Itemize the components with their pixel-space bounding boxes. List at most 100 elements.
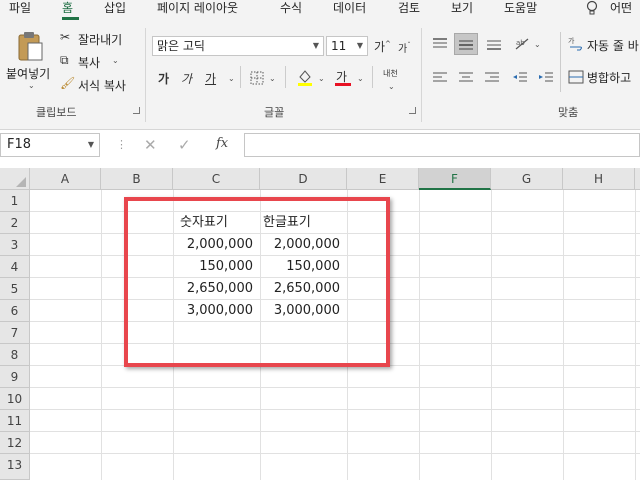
column-header-g[interactable]: G <box>491 168 563 190</box>
row-header-9[interactable]: 9 <box>0 366 30 388</box>
row-header-2[interactable]: 2 <box>0 212 30 234</box>
row-header-11[interactable]: 11 <box>0 410 30 432</box>
gridline <box>30 453 640 454</box>
cut-label: 잘라내기 <box>78 33 123 47</box>
row-header-5[interactable]: 5 <box>0 278 30 300</box>
paste-button[interactable]: 붙여넣기 ⌄ <box>6 26 56 90</box>
merge-center-button[interactable]: 병합하고 <box>568 68 640 86</box>
chevron-down-icon[interactable]: ⌄ <box>28 81 35 90</box>
gridline <box>30 409 640 410</box>
name-box[interactable]: F18 ▼ <box>0 133 100 157</box>
align-top-icon[interactable] <box>432 36 448 55</box>
font-size-dropdown[interactable]: 11 ▼ <box>326 36 368 56</box>
fill-color-icon[interactable] <box>297 68 313 90</box>
wrap-text-button[interactable]: 가 자동 줄 바 <box>568 36 640 54</box>
gridline <box>30 387 640 388</box>
wrap-text-icon: 가 <box>568 36 584 56</box>
tab-review[interactable]: 검토 <box>398 0 420 20</box>
copy-label: 복사 <box>78 56 101 70</box>
align-center-icon[interactable] <box>458 70 474 89</box>
borders-icon[interactable] <box>250 70 264 89</box>
cut-button[interactable]: ✂ 잘라내기 <box>60 30 140 48</box>
formula-bar: F18 ▼ ⋮ ✕ ✓ fx <box>0 130 640 160</box>
font-name-value: 맑은 고딕 <box>157 39 205 53</box>
group-divider <box>145 28 146 122</box>
merge-icon <box>568 69 584 88</box>
row-header-10[interactable]: 10 <box>0 388 30 410</box>
column-header-h[interactable]: H <box>563 168 635 190</box>
chevron-down-icon: ▼ <box>312 41 319 50</box>
font-size-value: 11 <box>331 39 347 53</box>
column-header-d[interactable]: D <box>260 168 347 190</box>
more-options-icon[interactable]: ⋮ <box>116 138 127 151</box>
tab-page-layout[interactable]: 페이지 레이아웃 <box>157 0 238 20</box>
chevron-down-icon[interactable]: ⌄ <box>388 82 395 91</box>
chevron-down-icon[interactable]: ⌄ <box>269 74 276 83</box>
bold-button[interactable]: 가 <box>158 70 169 87</box>
font-color-bar <box>335 83 351 86</box>
group-label-clipboard: 클립보드 <box>36 106 77 119</box>
divider <box>560 32 561 92</box>
enter-check-icon[interactable]: ✓ <box>178 136 191 154</box>
column-header-c[interactable]: C <box>173 168 260 190</box>
row-header-12[interactable]: 12 <box>0 432 30 454</box>
gridline <box>30 431 640 432</box>
row-header-8[interactable]: 8 <box>0 344 30 366</box>
chevron-down-icon[interactable]: ⌄ <box>228 74 235 83</box>
tell-me-search[interactable]: 어떤 <box>610 0 632 20</box>
column-header-e[interactable]: E <box>347 168 419 190</box>
active-tab-indicator <box>62 17 79 20</box>
italic-button[interactable]: 가 <box>181 70 192 87</box>
dialog-launcher-icon[interactable] <box>409 107 416 114</box>
chevron-down-icon[interactable]: ⌄ <box>357 74 364 83</box>
tab-data[interactable]: 데이터 <box>333 0 366 20</box>
align-right-icon[interactable] <box>484 70 500 89</box>
align-bottom-icon[interactable] <box>486 36 502 55</box>
increase-indent-icon[interactable] <box>538 70 554 89</box>
format-painter-button[interactable]: 🖌 서식 복사 <box>60 76 140 94</box>
tab-help[interactable]: 도움말 <box>504 0 537 20</box>
select-all-button[interactable] <box>0 168 30 190</box>
chevron-down-icon[interactable]: ⌄ <box>318 74 325 83</box>
tab-view[interactable]: 보기 <box>451 0 473 20</box>
decrease-indent-icon[interactable] <box>512 70 528 89</box>
row-header-13[interactable]: 13 <box>0 454 30 480</box>
name-box-value: F18 <box>7 137 32 152</box>
svg-text:가: 가 <box>568 36 575 45</box>
align-middle-button[interactable] <box>454 33 478 55</box>
copy-button[interactable]: ⧉ 복사 ⌄ <box>60 53 140 71</box>
row-header-6[interactable]: 6 <box>0 300 30 322</box>
chevron-down-icon[interactable]: ⌄ <box>112 56 119 65</box>
cancel-icon[interactable]: ✕ <box>144 136 157 154</box>
column-header-partial <box>635 168 640 190</box>
row-header-7[interactable]: 7 <box>0 322 30 344</box>
grow-font-button[interactable]: 가^ <box>374 38 391 55</box>
paste-label: 붙여넣기 <box>6 67 51 81</box>
row-header-4[interactable]: 4 <box>0 256 30 278</box>
phonetic-guide-button[interactable]: 내천 <box>383 70 398 78</box>
group-label-alignment: 맞춤 <box>558 106 579 119</box>
scissors-icon: ✂ <box>60 30 71 44</box>
row-header-3[interactable]: 3 <box>0 234 30 256</box>
chevron-down-icon: ▼ <box>356 41 363 50</box>
column-header-b[interactable]: B <box>101 168 173 190</box>
underline-button[interactable]: 가 <box>205 70 216 87</box>
group-divider <box>421 28 422 122</box>
chevron-down-icon[interactable]: ⌄ <box>534 40 541 49</box>
font-color-button[interactable]: 가 <box>333 66 353 88</box>
formula-input[interactable] <box>244 133 640 157</box>
lightbulb-icon[interactable] <box>585 0 599 20</box>
tab-formulas[interactable]: 수식 <box>280 0 302 20</box>
tab-insert[interactable]: 삽입 <box>104 0 126 20</box>
row-header-1[interactable]: 1 <box>0 190 30 212</box>
orientation-icon[interactable]: ab <box>514 36 532 55</box>
tab-file[interactable]: 파일 <box>9 0 31 20</box>
shrink-font-button[interactable]: 가ˇ <box>398 40 411 55</box>
column-header-a[interactable]: A <box>30 168 101 190</box>
divider <box>372 66 373 88</box>
dialog-launcher-icon[interactable] <box>133 107 140 114</box>
column-header-f[interactable]: F <box>419 168 491 190</box>
insert-function-button[interactable]: fx <box>216 136 228 151</box>
font-name-dropdown[interactable]: 맑은 고딕 ▼ <box>152 36 324 56</box>
align-left-icon[interactable] <box>432 70 448 89</box>
